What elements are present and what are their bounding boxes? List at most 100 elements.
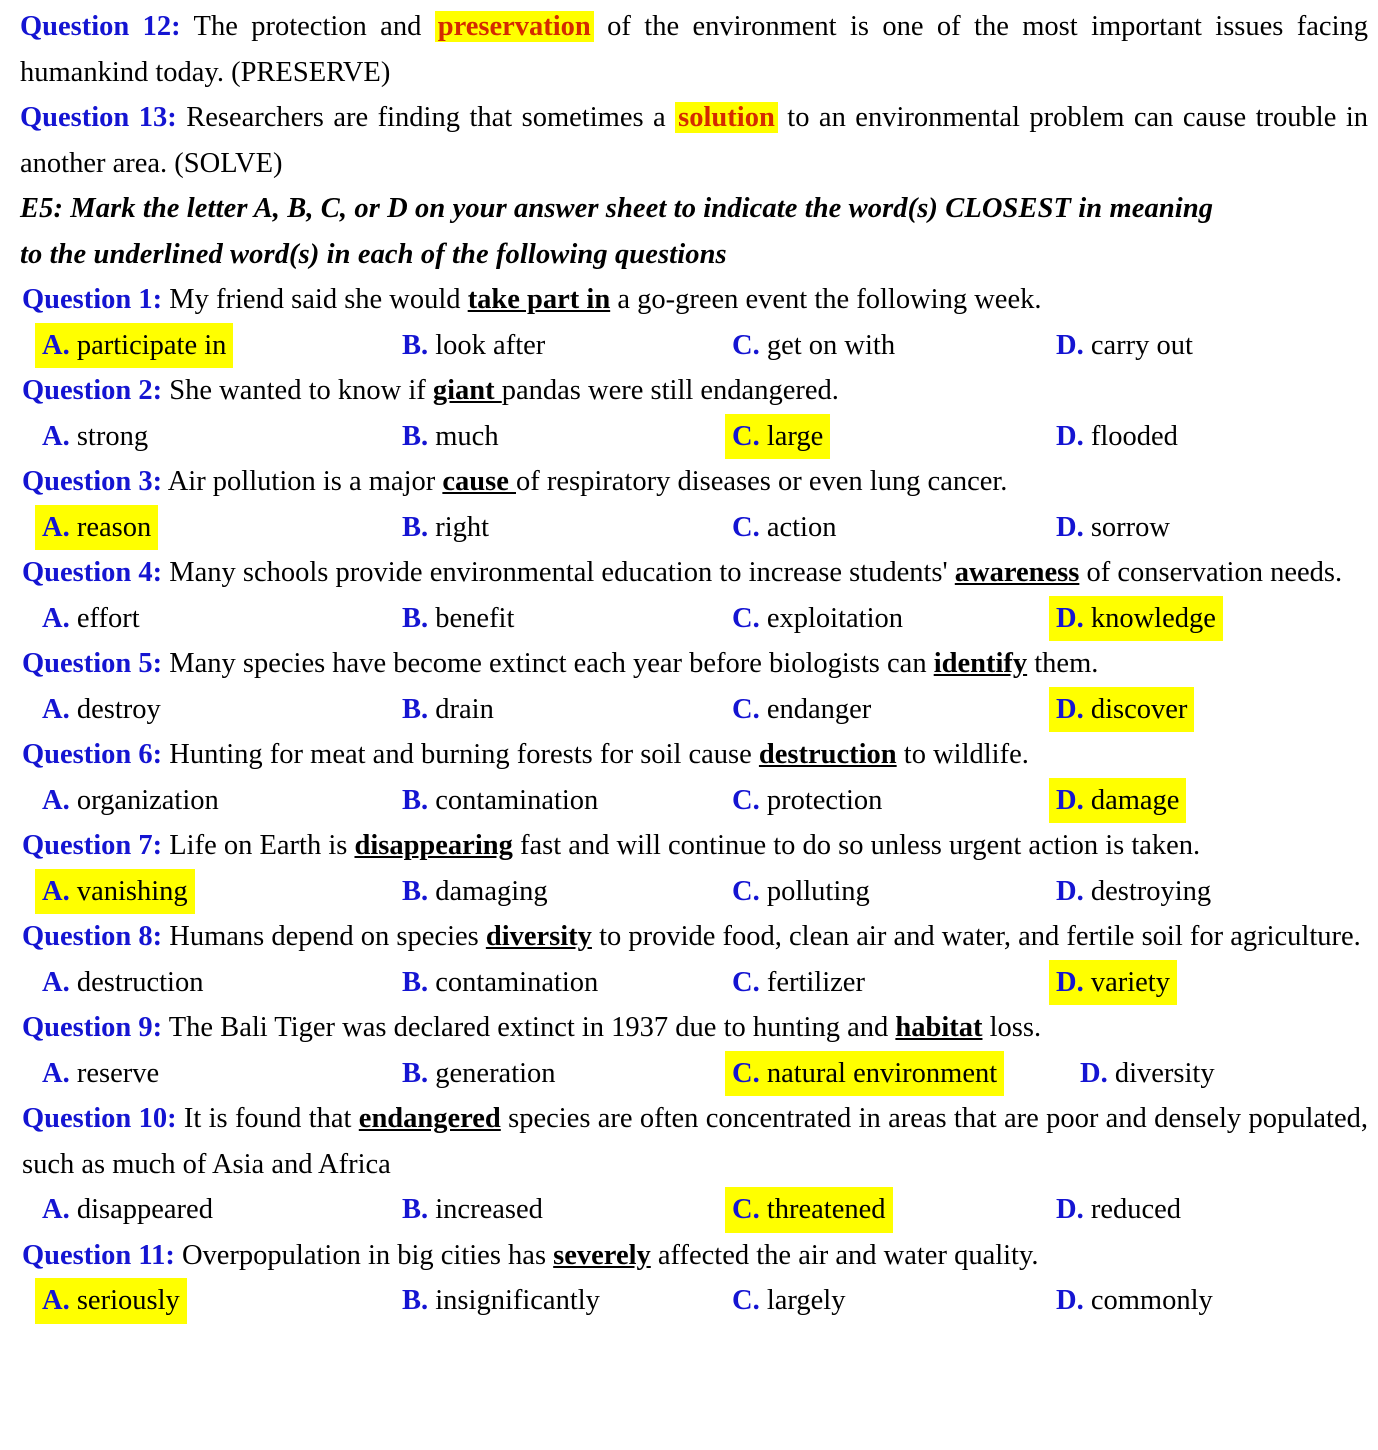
answer-option-b[interactable]: B. contamination [402,778,598,824]
option-letter: B. [402,1057,429,1089]
question-13-answer-highlight: solution [675,102,778,133]
answer-option-b[interactable]: B. increased [402,1187,543,1233]
answer-option-c[interactable]: C. threatened [725,1187,893,1233]
option-text: organization [69,784,219,816]
answer-option-d[interactable]: D. destroying [1056,869,1211,915]
option-letter: C. [732,602,760,634]
answer-option-c[interactable]: C. endanger [732,687,871,733]
option-text: seriously [69,1285,180,1316]
answer-option-d[interactable]: D. flooded [1056,414,1178,460]
option-text: drain [428,693,494,725]
answer-option-a[interactable]: A. destroy [42,687,161,733]
answer-option-d[interactable]: D. knowledge [1049,595,1223,641]
answer-option-b[interactable]: B. much [402,414,499,460]
section-heading-line-2: to the underlined word(s) in each of the… [20,238,727,270]
answer-option-c[interactable]: C. protection [732,778,882,824]
option-text: largely [759,1285,846,1316]
question-text-before: Many species have become extinct each ye… [162,648,934,679]
option-text: exploitation [759,602,903,634]
option-letter: D. [1056,784,1084,816]
question-label: Question 2: [22,375,163,406]
answer-option-c[interactable]: C. action [732,505,836,551]
answer-option-a[interactable]: A. reason [35,504,159,550]
answer-option-b[interactable]: B. drain [402,687,494,733]
question-text-after: a go-green event the following week. [610,284,1042,315]
answer-option-c[interactable]: C. get on with [732,323,895,369]
answer-option-d[interactable]: D. reduced [1056,1187,1181,1233]
answer-option-b[interactable]: B. generation [402,1051,556,1097]
answer-options-row: A. strong B. much C. large D. flooded [20,413,1368,460]
question-label: Question 9: [22,1012,163,1043]
option-letter: D. [1056,329,1084,361]
option-letter: B. [402,875,429,907]
answer-option-b[interactable]: B. look after [402,323,545,369]
option-letter: A. [42,420,70,452]
option-text: strong [69,420,149,452]
question-stem: Question 1: My friend said she would tak… [20,277,1368,323]
option-text: generation [428,1057,556,1089]
answer-option-d[interactable]: D. variety [1049,959,1177,1005]
option-text: reason [69,511,152,543]
option-text: endanger [759,693,872,725]
answer-option-a[interactable]: A. reserve [42,1051,159,1097]
answer-option-c[interactable]: C. natural environment [725,1050,1005,1096]
answer-option-a[interactable]: A. organization [42,778,219,824]
option-text: disappeared [69,1194,213,1225]
answer-option-b[interactable]: B. damaging [402,869,548,915]
option-letter: A. [42,784,70,816]
question-stem: Question 4: Many schools provide environ… [20,550,1368,596]
option-letter: C. [732,875,760,907]
question-13-label: Question 13: [20,102,177,133]
question-label: Question 4: [22,557,163,588]
answer-option-d[interactable]: D. diversity [1080,1051,1215,1097]
questions-list: Question 1: My friend said she would tak… [20,277,1368,1324]
answer-option-c[interactable]: C. polluting [732,869,870,915]
option-letter: C. [732,511,760,543]
answer-options-row: A. effort B. benefit C. exploitation D. kno… [20,595,1368,642]
underlined-phrase: giant [432,375,502,406]
underlined-phrase: destruction [758,739,897,770]
option-letter: D. [1056,1285,1084,1316]
option-text: look after [428,329,546,361]
answer-option-c[interactable]: C. largely [732,1278,845,1324]
underlined-phrase: disappearing [354,830,513,861]
question-text-after: affected the air and water quality. [650,1239,1039,1271]
answer-option-c[interactable]: C. fertilizer [732,960,865,1006]
option-letter: B. [402,420,429,452]
question-text-after: them. [1027,648,1099,679]
question-label: Question 6: [22,739,163,770]
answer-option-a[interactable]: A. seriously [35,1278,187,1324]
answer-option-a[interactable]: A. vanishing [35,868,195,914]
answer-option-d[interactable]: D. commonly [1056,1278,1213,1324]
option-letter: B. [402,693,429,725]
option-letter: B. [402,602,429,634]
answer-option-a[interactable]: A. strong [42,414,148,460]
option-text: action [759,511,837,543]
answer-option-c[interactable]: C. large [725,413,831,459]
answer-option-b[interactable]: B. insignificantly [402,1278,600,1324]
answer-option-d[interactable]: D. carry out [1056,323,1193,369]
option-letter: B. [402,329,429,361]
answer-option-b[interactable]: B. benefit [402,596,514,642]
question-text-after: of respiratory diseases or even lung can… [516,466,1008,497]
option-letter: A. [42,1285,70,1316]
question-stem: Question 9: The Bali Tiger was declared … [20,1005,1368,1051]
answer-option-b[interactable]: B. right [402,505,489,551]
option-text: right [428,511,490,543]
answer-option-b[interactable]: B. contamination [402,960,598,1006]
answer-option-d[interactable]: D. sorrow [1056,505,1170,551]
answer-option-a[interactable]: A. effort [42,596,140,642]
answer-options-row: A. disappeared B. increased C. threatened D… [20,1187,1368,1233]
option-text: damaging [428,875,548,907]
answer-option-a[interactable]: A. destruction [42,960,203,1006]
question-text-before: Many schools provide environmental educa… [162,557,955,588]
answer-option-a[interactable]: A. participate in [35,322,234,368]
option-text: get on with [759,329,896,361]
answer-option-a[interactable]: A. disappeared [42,1187,213,1233]
question-12-label: Question 12: [20,11,181,42]
question-12-answer-highlight: preservation [434,11,594,42]
answer-option-d[interactable]: D. damage [1049,777,1187,823]
answer-option-c[interactable]: C. exploitation [732,596,903,642]
answer-option-d[interactable]: D. discover [1049,686,1195,732]
option-text: vanishing [69,875,188,907]
